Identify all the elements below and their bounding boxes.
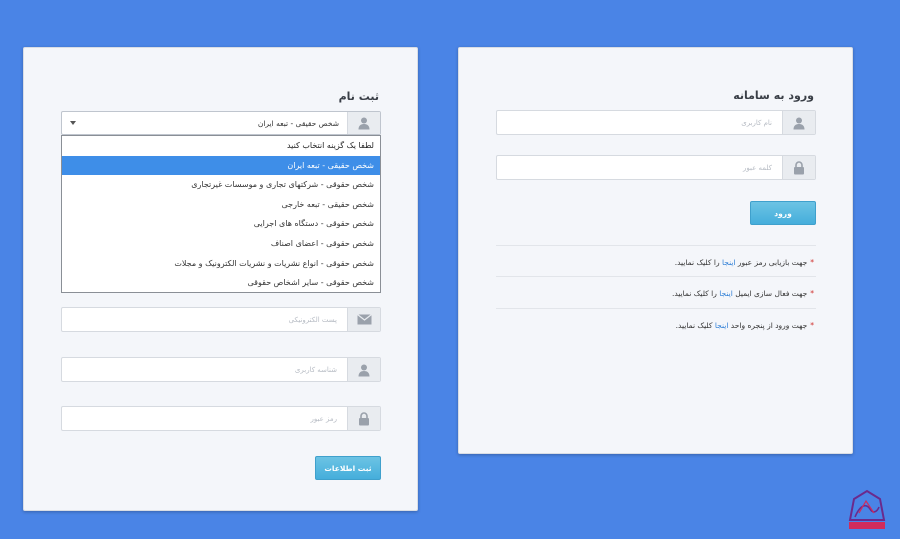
person-type-select[interactable]: شخص حقیقی - تبعه ایران xyxy=(61,111,381,135)
required-star: * xyxy=(810,258,814,267)
login-password-input[interactable] xyxy=(497,156,782,179)
single-window-link[interactable]: اینجا xyxy=(715,321,729,330)
register-submit-button[interactable]: ثبت اطلاعات xyxy=(315,456,381,480)
dropdown-option[interactable]: شخص حقوقی - انواع نشریات و نشریات الکترو… xyxy=(62,254,380,274)
user-icon xyxy=(358,364,370,376)
userid-addon xyxy=(347,358,380,381)
dropdown-option[interactable]: شخص حقوقی - سایر اشخاص حقوقی xyxy=(62,273,380,293)
envelope-icon xyxy=(356,314,372,325)
login-password-field[interactable] xyxy=(496,155,816,180)
select-addon xyxy=(347,112,380,134)
required-star: * xyxy=(810,289,814,298)
note-text: جهت ورود از پنجره واحد xyxy=(730,321,808,330)
lock-icon xyxy=(794,160,804,174)
lock-icon xyxy=(359,411,369,425)
user-icon xyxy=(793,117,805,129)
dropdown-option[interactable]: شخص حقیقی - تبعه خارجی xyxy=(62,195,380,215)
login-panel: ورود به سامانه ورود *جهت بازیابی رمز عبو… xyxy=(458,47,853,454)
dropdown-option[interactable]: شخص حقوقی - دستگاه های اجرایی xyxy=(62,214,380,234)
register-password-input[interactable] xyxy=(62,407,347,430)
login-submit-button[interactable]: ورود xyxy=(750,201,816,225)
user-icon xyxy=(358,117,370,130)
username-input[interactable] xyxy=(497,111,782,134)
select-value[interactable]: شخص حقیقی - تبعه ایران xyxy=(62,112,347,134)
userid-input[interactable] xyxy=(62,358,347,381)
required-star: * xyxy=(810,321,814,330)
register-password-field[interactable] xyxy=(61,406,381,431)
email-addon xyxy=(347,308,380,331)
email-field[interactable] xyxy=(61,307,381,332)
person-type-dropdown[interactable]: لطفا یک گزینه انتخاب کنید شخص حقیقی - تبع… xyxy=(61,135,381,293)
userid-field[interactable] xyxy=(61,357,381,382)
dropdown-option[interactable]: شخص حقوقی - اعضای اصناف xyxy=(62,234,380,254)
divider xyxy=(496,308,816,309)
single-window-note: *جهت ورود از پنجره واحد اینجا کلیک نمایی… xyxy=(676,321,814,330)
divider xyxy=(496,245,816,246)
note-text: جهت بازیابی رمز عبور xyxy=(737,258,808,267)
select-selected-text: شخص حقیقی - تبعه ایران xyxy=(257,118,339,128)
register-password-addon xyxy=(347,407,380,430)
note-text: را کلیک نمایید. xyxy=(674,258,720,267)
login-password-addon xyxy=(782,156,815,179)
caret-down-icon[interactable] xyxy=(70,121,76,125)
username-field[interactable] xyxy=(496,110,816,135)
note-text: جهت فعال سازی ایمیل xyxy=(735,289,808,298)
username-addon xyxy=(782,111,815,134)
recover-password-note: *جهت بازیابی رمز عبور اینجا را کلیک نمای… xyxy=(675,258,814,267)
activate-email-note: *جهت فعال سازی ایمیل اینجا را کلیک نمایی… xyxy=(672,289,814,298)
recover-password-link[interactable]: اینجا xyxy=(722,258,736,267)
login-title: ورود به سامانه xyxy=(733,89,814,102)
dropdown-option[interactable]: شخص حقوقی - شرکتهای تجاری و موسسات غیرتج… xyxy=(62,175,380,195)
note-text: را کلیک نمایید. xyxy=(671,289,717,298)
register-panel: ثبت نام شخص حقیقی - تبعه ایران لطفا یک گ… xyxy=(23,47,418,511)
site-logo xyxy=(846,487,888,531)
note-text: کلیک نمایید. xyxy=(675,321,713,330)
dropdown-option[interactable]: شخص حقیقی - تبعه ایران xyxy=(62,155,380,176)
activate-email-link[interactable]: اینجا xyxy=(719,289,733,298)
logo-icon xyxy=(848,489,886,529)
register-title: ثبت نام xyxy=(338,90,379,103)
divider xyxy=(496,276,816,277)
email-input[interactable] xyxy=(62,308,347,331)
dropdown-option[interactable]: لطفا یک گزینه انتخاب کنید xyxy=(62,136,380,156)
